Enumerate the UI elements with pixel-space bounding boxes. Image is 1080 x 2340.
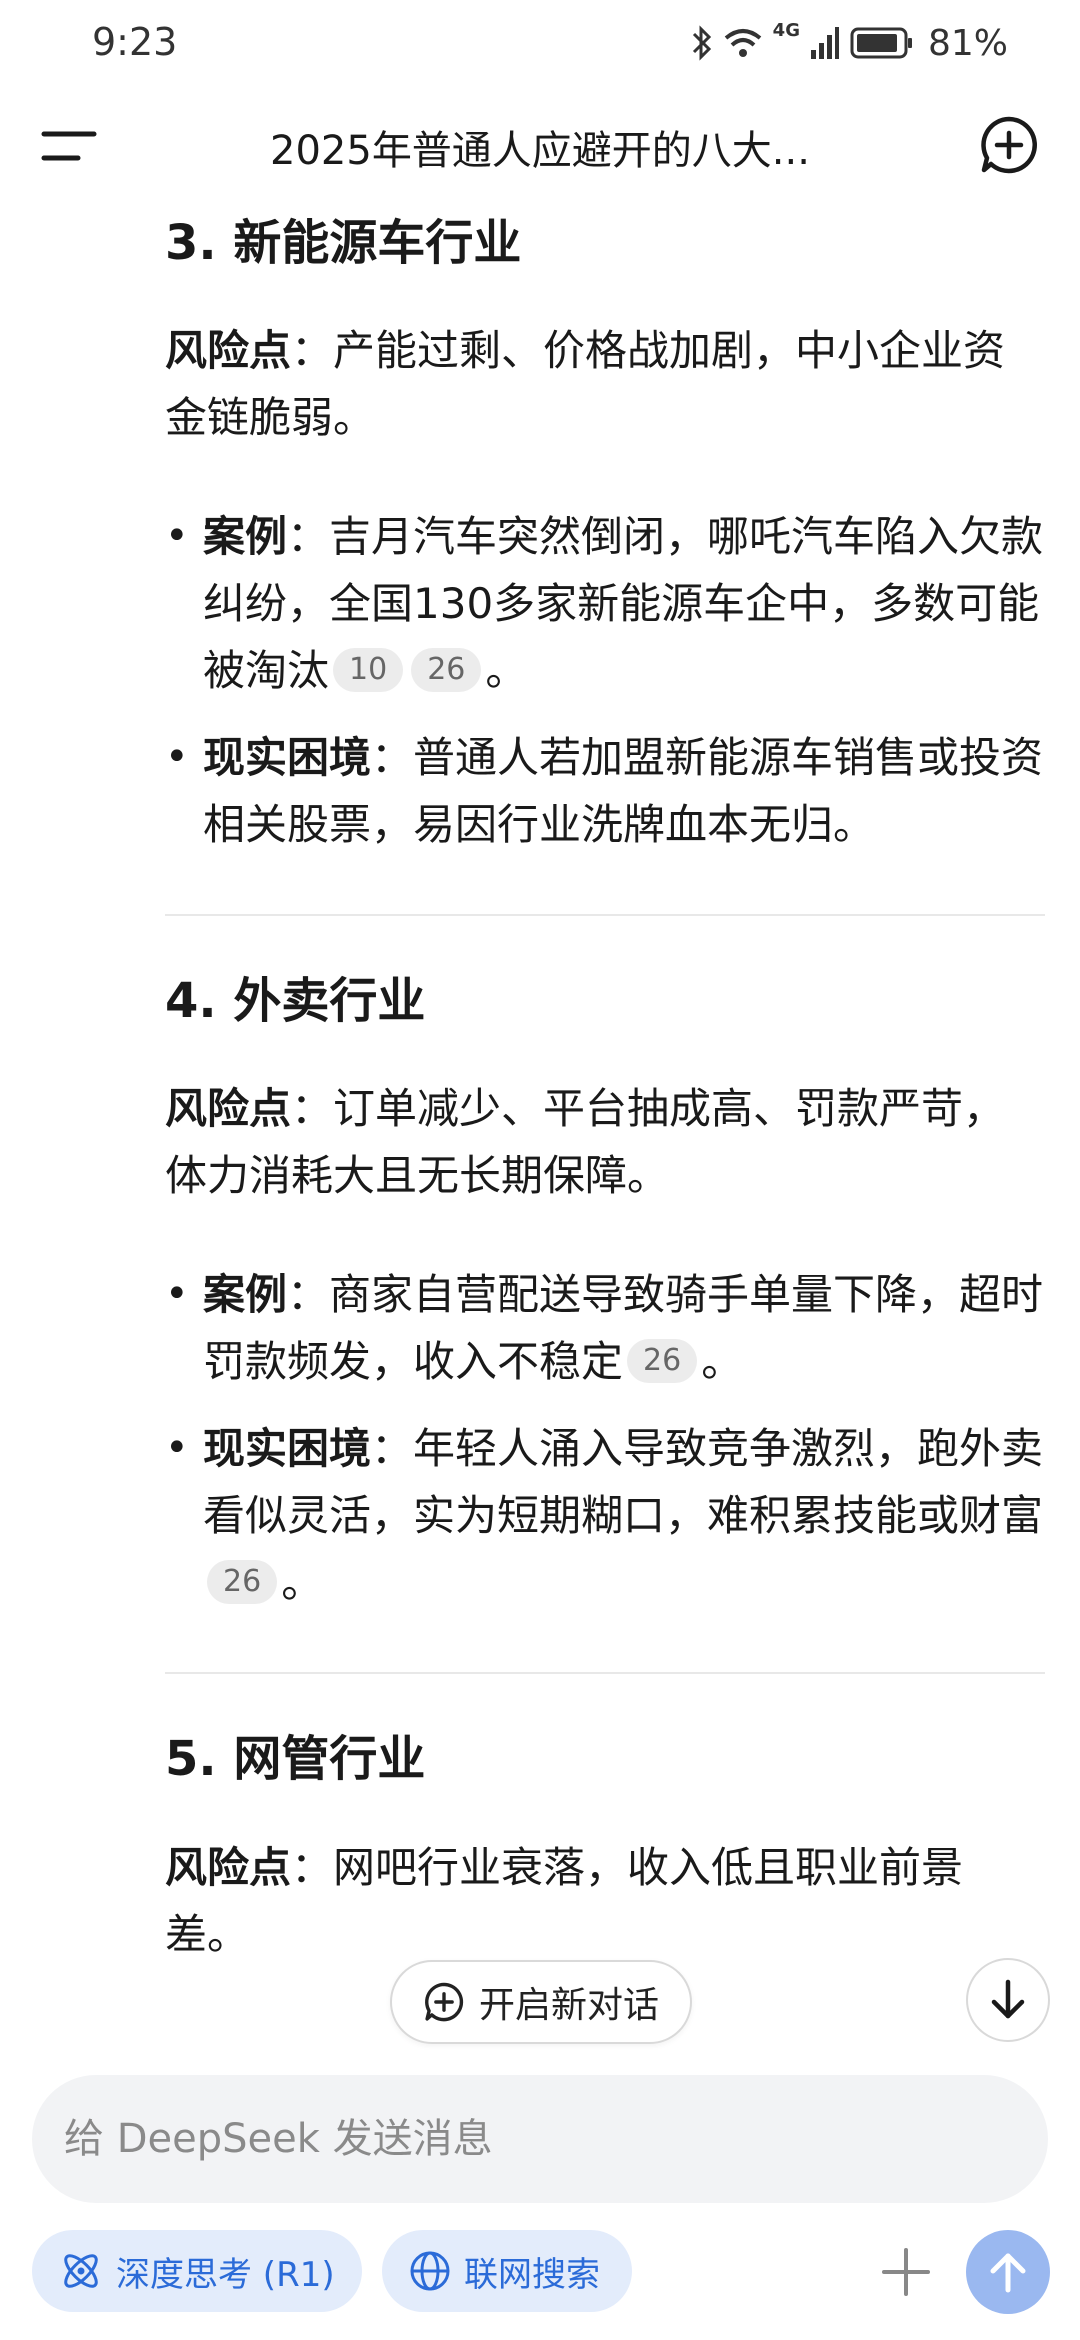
risk-label: 风险点 [165, 1842, 292, 1892]
bullet-list: 案例：商家自营配送导致骑手单量下降，超时罚款频发，收入不稳定26。 现实困境：年… [165, 1261, 1045, 1616]
deep-think-label: 深度思考 (R1) [116, 2254, 335, 2295]
menu-button[interactable] [40, 122, 100, 172]
dilemma-end: 。 [281, 1558, 324, 1608]
web-search-label: 联网搜索 [464, 2254, 600, 2295]
atom-icon [64, 2254, 98, 2288]
message-content[interactable]: 3. 新能源车行业 风险点：产能过剩、价格战加剧，中小企业资金链脆弱。 案例：吉… [0, 210, 1080, 2020]
new-chat-button[interactable] [978, 114, 1040, 176]
section-title: 3. 新能源车行业 [165, 215, 522, 271]
case-bullet: 案例：吉月汽车突然倒闭，哪吒汽车陷入欠款纠纷，全国130多家新能源车企中，多数可… [165, 503, 1045, 704]
risk-text: ：产能过剩、价格战加剧，中小企业资金链脆弱。 [165, 326, 1006, 443]
new-chat-icon [981, 116, 1037, 174]
bluetooth-icon [692, 25, 711, 61]
case-end: 。 [701, 1337, 744, 1387]
dilemma-bullet: 现实困境：年轻人涌入导致竞争激烈，跑外卖看似灵活，实为短期糊口，难积累技能或财富… [165, 1415, 1045, 1616]
start-new-chat-button[interactable]: 开启新对话 [390, 1960, 692, 2044]
battery-icon [850, 27, 912, 59]
input-toolbar: 深度思考 (R1) 联网搜索 [0, 2230, 1080, 2314]
status-time: 9:23 [92, 20, 178, 64]
wifi-icon [724, 29, 761, 57]
arrow-down-icon [991, 1979, 1025, 2019]
battery-percent: 81% [927, 22, 1008, 64]
case-text: ：商家自营配送导致骑手单量下降，超时罚款频发，收入不稳定 [203, 1270, 1044, 1387]
message-input[interactable] [64, 2075, 1014, 2203]
bullet-list: 案例：吉月汽车突然倒闭，哪吒汽车陷入欠款纠纷，全国130多家新能源车企中，多数可… [165, 503, 1045, 858]
case-end: 。 [485, 646, 528, 696]
dilemma-label: 现实困境 [203, 1424, 372, 1474]
scroll-to-bottom-button[interactable] [966, 1958, 1050, 2042]
chat-header: 2025年普通人应避开的八大... [0, 100, 1080, 195]
citation-badge[interactable]: 10 [333, 648, 404, 693]
section-title: 4. 外卖行业 [165, 973, 426, 1030]
status-bar: 9:23 4G 81% [0, 0, 1080, 90]
risk-paragraph: 风险点：订单减少、平台抽成高、罚款严苛，体力消耗大且无长期保障。 [165, 1075, 1045, 1209]
case-label: 案例 [203, 1270, 288, 1320]
citation-badge[interactable]: 26 [411, 648, 482, 693]
new-chat-icon [425, 1982, 464, 2022]
divider [165, 1672, 1045, 1675]
risk-text: ：订单减少、平台抽成高、罚款严苛，体力消耗大且无长期保障。 [165, 1084, 1006, 1201]
signal-icon [810, 27, 839, 59]
send-button[interactable] [966, 2230, 1050, 2314]
risk-label: 风险点 [165, 1084, 292, 1134]
arrow-up-icon [990, 2253, 1026, 2293]
menu-icon [41, 131, 97, 161]
case-bullet: 案例：商家自营配送导致骑手单量下降，超时罚款频发，收入不稳定26。 [165, 1261, 1045, 1395]
chat-title: 2025年普通人应避开的八大... [270, 128, 810, 174]
citation-badge[interactable]: 26 [627, 1339, 698, 1384]
citation-badge[interactable]: 26 [207, 1560, 278, 1605]
message-input-box[interactable] [32, 2075, 1048, 2203]
globe-icon [410, 2251, 450, 2291]
risk-paragraph: 风险点：产能过剩、价格战加剧，中小企业资金链脆弱。 [165, 317, 1045, 451]
risk-label: 风险点 [165, 326, 292, 376]
case-label: 案例 [203, 512, 288, 562]
start-new-chat-label: 开启新对话 [478, 1985, 659, 2026]
divider [165, 914, 1045, 917]
network-type: 4G [772, 20, 800, 41]
dilemma-label: 现实困境 [203, 733, 372, 783]
attach-button[interactable] [870, 2236, 942, 2308]
deep-think-toggle[interactable]: 深度思考 (R1) [32, 2230, 362, 2312]
dilemma-bullet: 现实困境：普通人若加盟新能源车销售或投资相关股票，易因行业洗牌血本无归。 [165, 724, 1045, 858]
section-title: 5. 网管行业 [165, 1731, 426, 1788]
web-search-toggle[interactable]: 联网搜索 [382, 2230, 632, 2312]
case-text: ：吉月汽车突然倒闭，哪吒汽车陷入欠款纠纷，全国130多家新能源车企中，多数可能被… [203, 512, 1044, 696]
status-icons: 4G 81% [691, 18, 1008, 68]
risk-paragraph: 风险点：网吧行业衰落，收入低且职业前景差。 [165, 1834, 1045, 1968]
plus-icon [882, 2248, 930, 2296]
